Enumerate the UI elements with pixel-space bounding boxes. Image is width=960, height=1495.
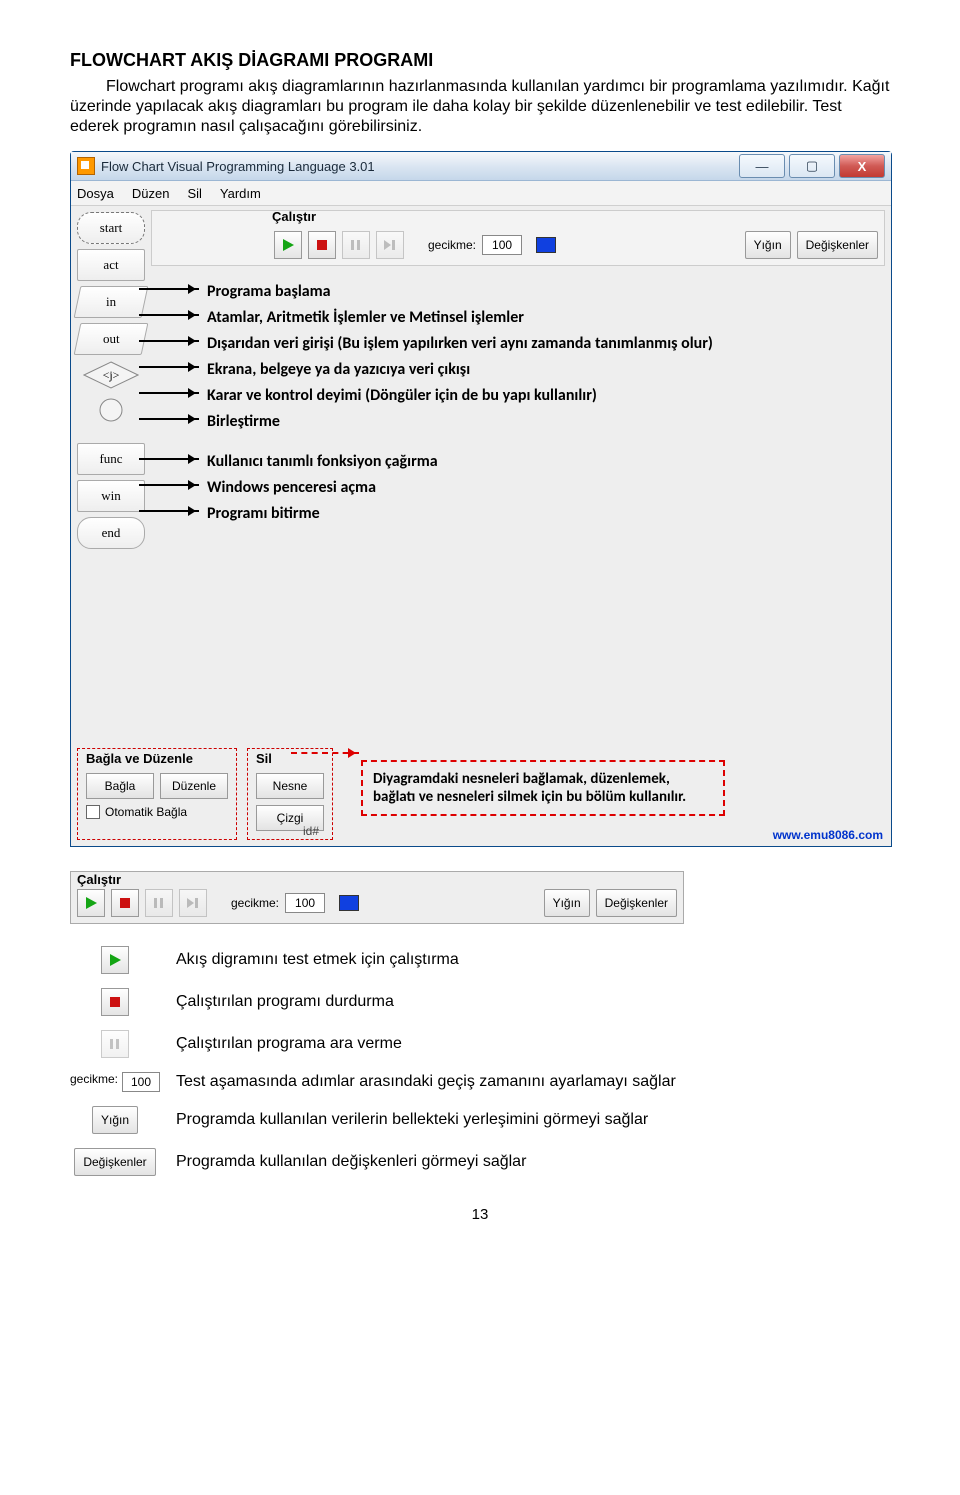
title-bar: Flow Chart Visual Programming Language 3…	[71, 152, 891, 181]
progress-indicator-2	[339, 895, 359, 911]
auto-connect-checkbox[interactable]: Otomatik Bağla	[86, 805, 228, 819]
connect-button[interactable]: Bağla	[86, 773, 154, 799]
close-button[interactable]: X	[839, 154, 885, 178]
pause-icon-2[interactable]	[145, 889, 173, 917]
desc-out: Ekrana, belgeye ya da yazıcıya veri çıkı…	[207, 360, 881, 380]
delay-field-2[interactable]: 100	[285, 893, 325, 913]
expl-stop: Çalıştırılan programı durdurma	[176, 993, 394, 1011]
delay-label: gecikme:	[428, 238, 476, 252]
intro-paragraph: Flowchart programı akış diagramlarının h…	[70, 77, 890, 137]
desc-start: Programa başlama	[207, 282, 881, 302]
desc-func: Kullanıcı tanımlı fonksiyon çağırma	[207, 452, 881, 472]
menu-help[interactable]: Yardım	[220, 186, 261, 201]
tool-in[interactable]: in	[74, 286, 149, 318]
step-icon[interactable]	[376, 231, 404, 259]
expl-delay-value: 100	[122, 1072, 160, 1092]
auto-connect-label: Otomatik Bağla	[105, 805, 187, 819]
stack-button-2[interactable]: Yığın	[544, 889, 590, 917]
play-icon-2[interactable]	[77, 889, 105, 917]
group-connect-label: Bağla ve Düzenle	[86, 751, 193, 766]
red-note: Diyagramdaki nesneleri bağlamak, düzenle…	[361, 760, 725, 816]
delete-object-button[interactable]: Nesne	[256, 773, 324, 799]
expl-vars: Programda kullanılan değişkenleri görmey…	[176, 1153, 526, 1171]
expl-play: Akış digramını test etmek için çalıştırm…	[176, 951, 459, 969]
play-icon[interactable]	[274, 231, 302, 259]
menu-bar: Dosya Düzen Sil Yardım	[71, 181, 891, 206]
menu-file[interactable]: Dosya	[77, 186, 114, 201]
stop-icon[interactable]	[308, 231, 336, 259]
run-label: Çalıştır	[272, 209, 316, 224]
site-url: www.emu8086.com	[773, 828, 883, 842]
menu-delete[interactable]: Sil	[187, 186, 201, 201]
desc-end: Programı bitirme	[207, 504, 881, 524]
desc-act: Atamlar, Aritmetik İşlemler ve Metinsel …	[207, 308, 881, 328]
expl-vars-icon: Değişkenler	[74, 1148, 155, 1176]
toolbar-detail-label: Çalıştır	[77, 872, 677, 887]
red-arrow	[291, 752, 359, 756]
desc-win: Windows penceresi açma	[207, 478, 881, 498]
tool-win[interactable]: win	[77, 480, 145, 512]
tool-decision[interactable]: <j>	[77, 360, 145, 390]
expl-stack: Programda kullanılan verilerin bellektek…	[176, 1111, 648, 1129]
tool-connector[interactable]	[77, 395, 145, 425]
edit-button[interactable]: Düzenle	[160, 773, 228, 799]
run-panel: Çalıştır gecikme: 100 Yığın Değişkenler	[151, 210, 885, 266]
variables-button-2[interactable]: Değişkenler	[596, 889, 677, 917]
page-number: 13	[70, 1206, 890, 1223]
tool-func[interactable]: func	[77, 443, 145, 475]
group-delete: Sil Nesne Çizgi	[247, 748, 333, 840]
desc-decision: Karar ve kontrol deyimi (Döngüler için d…	[207, 386, 881, 406]
expl-pause: Çalıştırılan programa ara verme	[176, 1035, 402, 1053]
intro-paragraph-block: Flowchart programı akış diagramlarının h…	[70, 77, 890, 137]
toolbar-detail: Çalıştır gecikme: 100 Yığın Değişkenler	[70, 871, 684, 924]
tool-act[interactable]: act	[77, 249, 145, 281]
expl-play-icon	[101, 946, 129, 974]
stop-icon-2[interactable]	[111, 889, 139, 917]
document-title: FLOWCHART AKIŞ DİAGRAMI PROGRAMI	[70, 50, 890, 71]
expl-delay-label: gecikme:	[70, 1072, 118, 1092]
stack-button[interactable]: Yığın	[745, 231, 791, 259]
tool-out[interactable]: out	[74, 323, 149, 355]
explanations: Akış digramını test etmek için çalıştırm…	[70, 946, 890, 1176]
descriptions: Programa başlama Atamlar, Aritmetik İşle…	[161, 282, 881, 530]
pause-icon[interactable]	[342, 231, 370, 259]
tool-end[interactable]: end	[77, 517, 145, 549]
group-connect-edit: Bağla ve Düzenle Bağla Düzenle Otomatik …	[77, 748, 237, 840]
client-area: start act in out <j> func win end Çalışt…	[71, 206, 891, 846]
desc-in: Dışarıdan veri girişi (Bu işlem yapılırk…	[207, 334, 881, 354]
expl-stop-icon	[101, 988, 129, 1016]
expl-stack-icon: Yığın	[92, 1106, 138, 1134]
app-window: Flow Chart Visual Programming Language 3…	[70, 151, 892, 847]
tool-start[interactable]: start	[77, 212, 145, 244]
tool-out-label: out	[103, 331, 120, 347]
progress-indicator	[536, 237, 556, 253]
delay-label-2: gecikme:	[231, 896, 279, 910]
expl-delay: Test aşamasında adımlar arasındaki geçiş…	[176, 1073, 676, 1091]
svg-text:<j>: <j>	[103, 368, 120, 382]
minimize-button[interactable]: —	[739, 154, 785, 178]
maximize-button[interactable]: ▢	[789, 154, 835, 178]
delay-field[interactable]: 100	[482, 235, 522, 255]
desc-connector: Birleştirme	[207, 412, 881, 432]
tool-in-label: in	[106, 294, 116, 310]
app-icon	[77, 157, 95, 175]
group-delete-label: Sil	[256, 751, 272, 766]
menu-edit[interactable]: Düzen	[132, 186, 170, 201]
window-title: Flow Chart Visual Programming Language 3…	[101, 159, 375, 174]
step-icon-2[interactable]	[179, 889, 207, 917]
expl-pause-icon	[101, 1030, 129, 1058]
id-hash: id#	[303, 824, 319, 838]
variables-button[interactable]: Değişkenler	[797, 231, 878, 259]
